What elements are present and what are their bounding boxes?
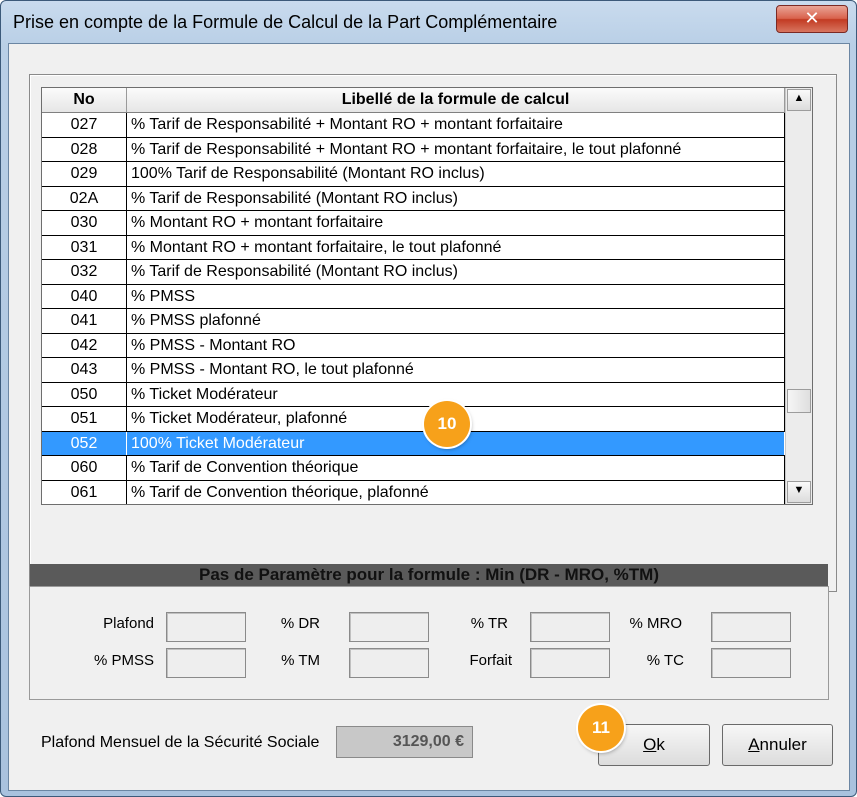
table-row[interactable]: 02A% Tarif de Responsabilité (Montant RO… [42,186,785,211]
cell-no: 041 [42,309,127,333]
close-button[interactable]: ✕ [776,5,848,33]
cell-libelle: % Tarif de Convention théorique [127,456,785,480]
label-pmss: % PMSS [93,652,154,669]
cell-no: 032 [42,260,127,284]
cell-no: 061 [42,480,127,504]
field-forfait[interactable] [530,648,610,678]
label-tr: % TR [470,615,508,632]
table-row[interactable]: 041% PMSS plafonné [42,309,785,334]
pmss-label: Plafond Mensuel de la Sécurité Sociale [41,734,320,751]
label-tc: % TC [646,652,684,669]
cell-no: 02A [42,186,127,210]
field-plafond[interactable] [166,612,246,642]
title-bar: Prise en compte de la Formule de Calcul … [1,1,856,43]
cancel-accelerator: A [748,735,760,754]
cell-no: 051 [42,407,127,431]
formula-grid[interactable]: No Libellé de la formule de calcul 027% … [41,87,813,505]
params-title-bar: Pas de Paramètre pour la formule : Min (… [30,564,828,586]
ok-accelerator: O [643,735,657,754]
table-row[interactable]: 029 100% Tarif de Responsabilité (Montant… [42,162,785,187]
cell-no: 060 [42,456,127,480]
cell-libelle: % Tarif de Responsabilité + Montant RO +… [127,113,785,137]
params-title: Pas de Paramètre pour la formule : Min (… [198,565,659,584]
grid-header: No Libellé de la formule de calcul [42,88,785,113]
table-row[interactable]: 051% Ticket Modérateur, plafonné [42,407,785,432]
table-row[interactable]: 027% Tarif de Responsabilité + Montant R… [42,113,785,138]
cell-no: 028 [42,137,127,161]
cell-no: 052 [42,431,127,455]
field-tc[interactable] [711,648,791,678]
cell-no: 029 [42,162,127,186]
cell-libelle: % PMSS - Montant RO, le tout plafonné [127,358,785,382]
field-tr[interactable] [530,612,610,642]
cancel-button[interactable]: Annuler [722,724,833,766]
dialog-window: Prise en compte de la Formule de Calcul … [0,0,857,797]
table-row[interactable]: 061% Tarif de Convention théorique, plaf… [42,480,785,504]
cell-libelle: % PMSS - Montant RO [127,333,785,357]
step-badge-11: 11 [578,705,624,751]
table-row[interactable]: 032% Tarif de Responsabilité (Montant RO… [42,260,785,285]
cell-libelle: % Tarif de Convention théorique, plafonn… [127,480,785,504]
arrow-down-icon: ▼ [793,484,805,496]
cell-libelle: % Montant RO + montant forfaitaire, le t… [127,235,785,259]
label-tm: % TM [281,652,320,669]
cell-no: 027 [42,113,127,137]
table-row[interactable]: 050% Ticket Modérateur [42,382,785,407]
cell-libelle: % PMSS [127,284,785,308]
ok-label: k [656,735,665,754]
table-row[interactable]: 031% Montant RO + montant forfaitaire, l… [42,235,785,260]
formula-grid-panel: No Libellé de la formule de calcul 027% … [29,74,837,592]
cell-libelle: 100% Tarif de Responsabilité (Montant RO… [127,162,785,186]
window-title: Prise en compte de la Formule de Calcul … [13,12,558,32]
field-dr[interactable] [349,612,429,642]
cell-libelle: % Tarif de Responsabilité + Montant RO +… [127,137,785,161]
table-row[interactable]: 052 100% Ticket Modérateur [42,431,785,456]
label-forfait: Forfait [469,652,512,669]
params-group: Plafond % PMSS % DR % TM % TR Forfait % … [29,586,829,700]
cell-no: 031 [42,235,127,259]
cell-libelle: % Tarif de Responsabilité (Montant RO in… [127,186,785,210]
grid-body: 027% Tarif de Responsabilité + Montant R… [42,113,785,504]
table-row[interactable]: 060% Tarif de Convention théorique [42,456,785,481]
table-row[interactable]: 042% PMSS - Montant RO [42,333,785,358]
vertical-scrollbar[interactable]: ▲ ▼ [785,88,812,504]
table-row[interactable]: 028% Tarif de Responsabilité + Montant R… [42,137,785,162]
column-header-libelle[interactable]: Libellé de la formule de calcul [127,88,785,112]
field-mro[interactable] [711,612,791,642]
scroll-thumb[interactable] [787,389,811,413]
cell-libelle: % PMSS plafonné [127,309,785,333]
cell-no: 030 [42,211,127,235]
cell-libelle: % Tarif de Responsabilité (Montant RO in… [127,260,785,284]
scroll-up-button[interactable]: ▲ [787,89,811,111]
column-header-no[interactable]: No [42,88,127,112]
arrow-up-icon: ▲ [793,92,805,104]
scroll-down-button[interactable]: ▼ [787,481,811,503]
cell-no: 040 [42,284,127,308]
cell-no: 043 [42,358,127,382]
cancel-label: nnuler [759,735,807,754]
pmss-value-field: 3129,00 € [336,726,473,758]
label-plafond: Plafond [103,615,154,632]
table-row[interactable]: 043% PMSS - Montant RO, le tout plafonné [42,358,785,383]
step-badge-10: 10 [424,401,470,447]
close-icon: ✕ [804,8,820,29]
table-row[interactable]: 040% PMSS [42,284,785,309]
field-tm[interactable] [349,648,429,678]
cell-no: 042 [42,333,127,357]
field-pmss[interactable] [166,648,246,678]
cell-no: 050 [42,382,127,406]
label-mro: % MRO [629,615,683,632]
label-dr: % DR [280,615,320,632]
table-row[interactable]: 030% Montant RO + montant forfaitaire [42,211,785,236]
cell-libelle: % Montant RO + montant forfaitaire [127,211,785,235]
